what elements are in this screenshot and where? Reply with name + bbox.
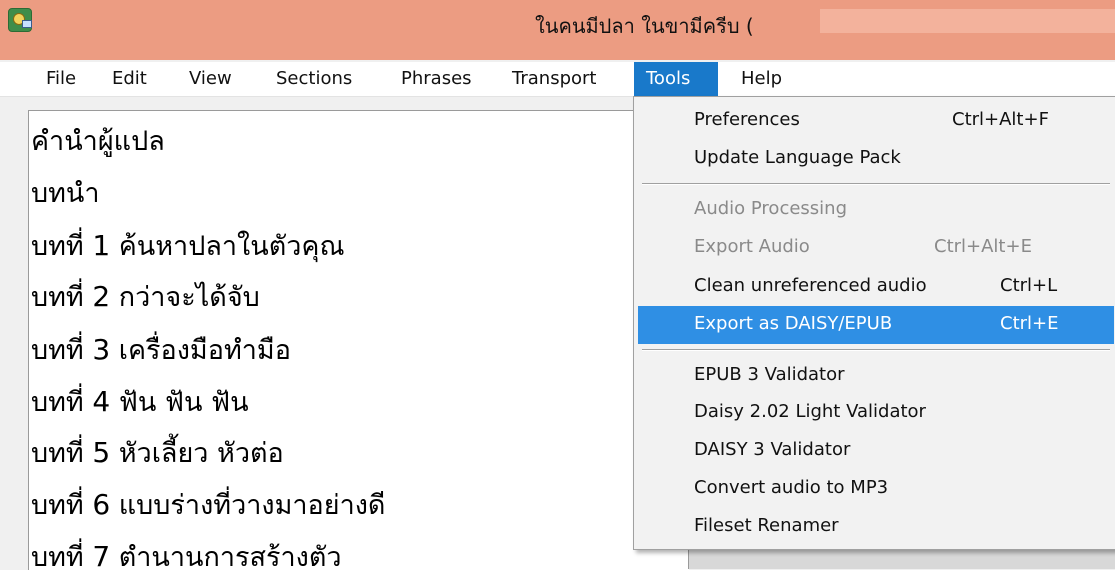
menu-item-clean-unreferenced-audio[interactable]: Clean unreferenced audio Ctrl+L bbox=[638, 268, 1114, 306]
menu-item-daisy3-validator[interactable]: DAISY 3 Validator bbox=[638, 432, 1114, 470]
menu-sections[interactable]: Sections bbox=[268, 62, 360, 96]
menu-view[interactable]: View bbox=[181, 62, 240, 96]
shortcut-label: Ctrl+L bbox=[1000, 275, 1058, 296]
sections-panel: คำนำผู้แปล บทนำ บทที่ 1 ค้นหาปลาในตัวคุณ… bbox=[28, 110, 689, 570]
shortcut-label: Ctrl+Alt+F bbox=[952, 109, 1049, 130]
section-item[interactable]: บทที่ 2 กว่าจะได้จับ bbox=[31, 275, 260, 318]
app-icon[interactable] bbox=[8, 8, 32, 32]
shortcut-label: Ctrl+Alt+E bbox=[934, 236, 1032, 257]
menu-phrases[interactable]: Phrases bbox=[393, 62, 480, 96]
menu-item-convert-audio-mp3[interactable]: Convert audio to MP3 bbox=[638, 470, 1114, 508]
section-item[interactable]: บทที่ 3 เครื่องมือทำมือ bbox=[31, 328, 291, 371]
menu-item-update-language-pack[interactable]: Update Language Pack bbox=[638, 140, 1114, 178]
menu-bar: File Edit View Sections Phrases Transpor… bbox=[0, 62, 1115, 97]
section-item[interactable]: บทที่ 4 ฟัน ฟัน ฟัน bbox=[31, 380, 249, 423]
menu-separator bbox=[642, 183, 1110, 185]
menu-item-preferences[interactable]: Preferences Ctrl+Alt+F bbox=[638, 102, 1114, 140]
menu-item-epub3-validator[interactable]: EPUB 3 Validator bbox=[638, 357, 1114, 395]
section-item[interactable]: คำนำผู้แปล bbox=[31, 119, 165, 162]
section-item[interactable]: บทที่ 6 แบบร่างที่วางมาอย่างดี bbox=[31, 483, 385, 526]
window-title: ในคนมีปลา ในขามีครีบ ( bbox=[535, 14, 754, 38]
title-bar: ในคนมีปลา ในขามีครีบ ( bbox=[0, 0, 1115, 60]
menu-edit[interactable]: Edit bbox=[104, 62, 155, 96]
menu-item-export-daisy-epub[interactable]: Export as DAISY/EPUB Ctrl+E bbox=[638, 306, 1114, 344]
menu-file[interactable]: File bbox=[38, 62, 84, 96]
menu-help[interactable]: Help bbox=[733, 62, 790, 96]
menu-item-audio-processing[interactable]: Audio Processing bbox=[638, 191, 1114, 229]
shortcut-label: Ctrl+E bbox=[1000, 313, 1059, 334]
menu-item-export-audio[interactable]: Export Audio Ctrl+Alt+E bbox=[638, 229, 1114, 267]
section-item[interactable]: บทที่ 5 หัวเลี้ยว หัวต่อ bbox=[31, 431, 284, 474]
tools-dropdown: Preferences Ctrl+Alt+F Update Language P… bbox=[633, 96, 1115, 550]
menu-separator bbox=[642, 349, 1110, 351]
section-item[interactable]: บทที่ 1 ค้นหาปลาในตัวคุณ bbox=[31, 224, 345, 267]
menu-item-fileset-renamer[interactable]: Fileset Renamer bbox=[638, 508, 1114, 546]
title-path-redacted bbox=[820, 9, 1115, 33]
section-item[interactable]: บทนำ bbox=[31, 171, 100, 214]
menu-tools[interactable]: Tools bbox=[634, 62, 718, 96]
section-item[interactable]: บทที่ 7 ตำนานการสร้างตัว bbox=[31, 535, 342, 570]
menu-transport[interactable]: Transport bbox=[504, 62, 604, 96]
menu-item-daisy202-validator[interactable]: Daisy 2.02 Light Validator bbox=[638, 394, 1114, 432]
